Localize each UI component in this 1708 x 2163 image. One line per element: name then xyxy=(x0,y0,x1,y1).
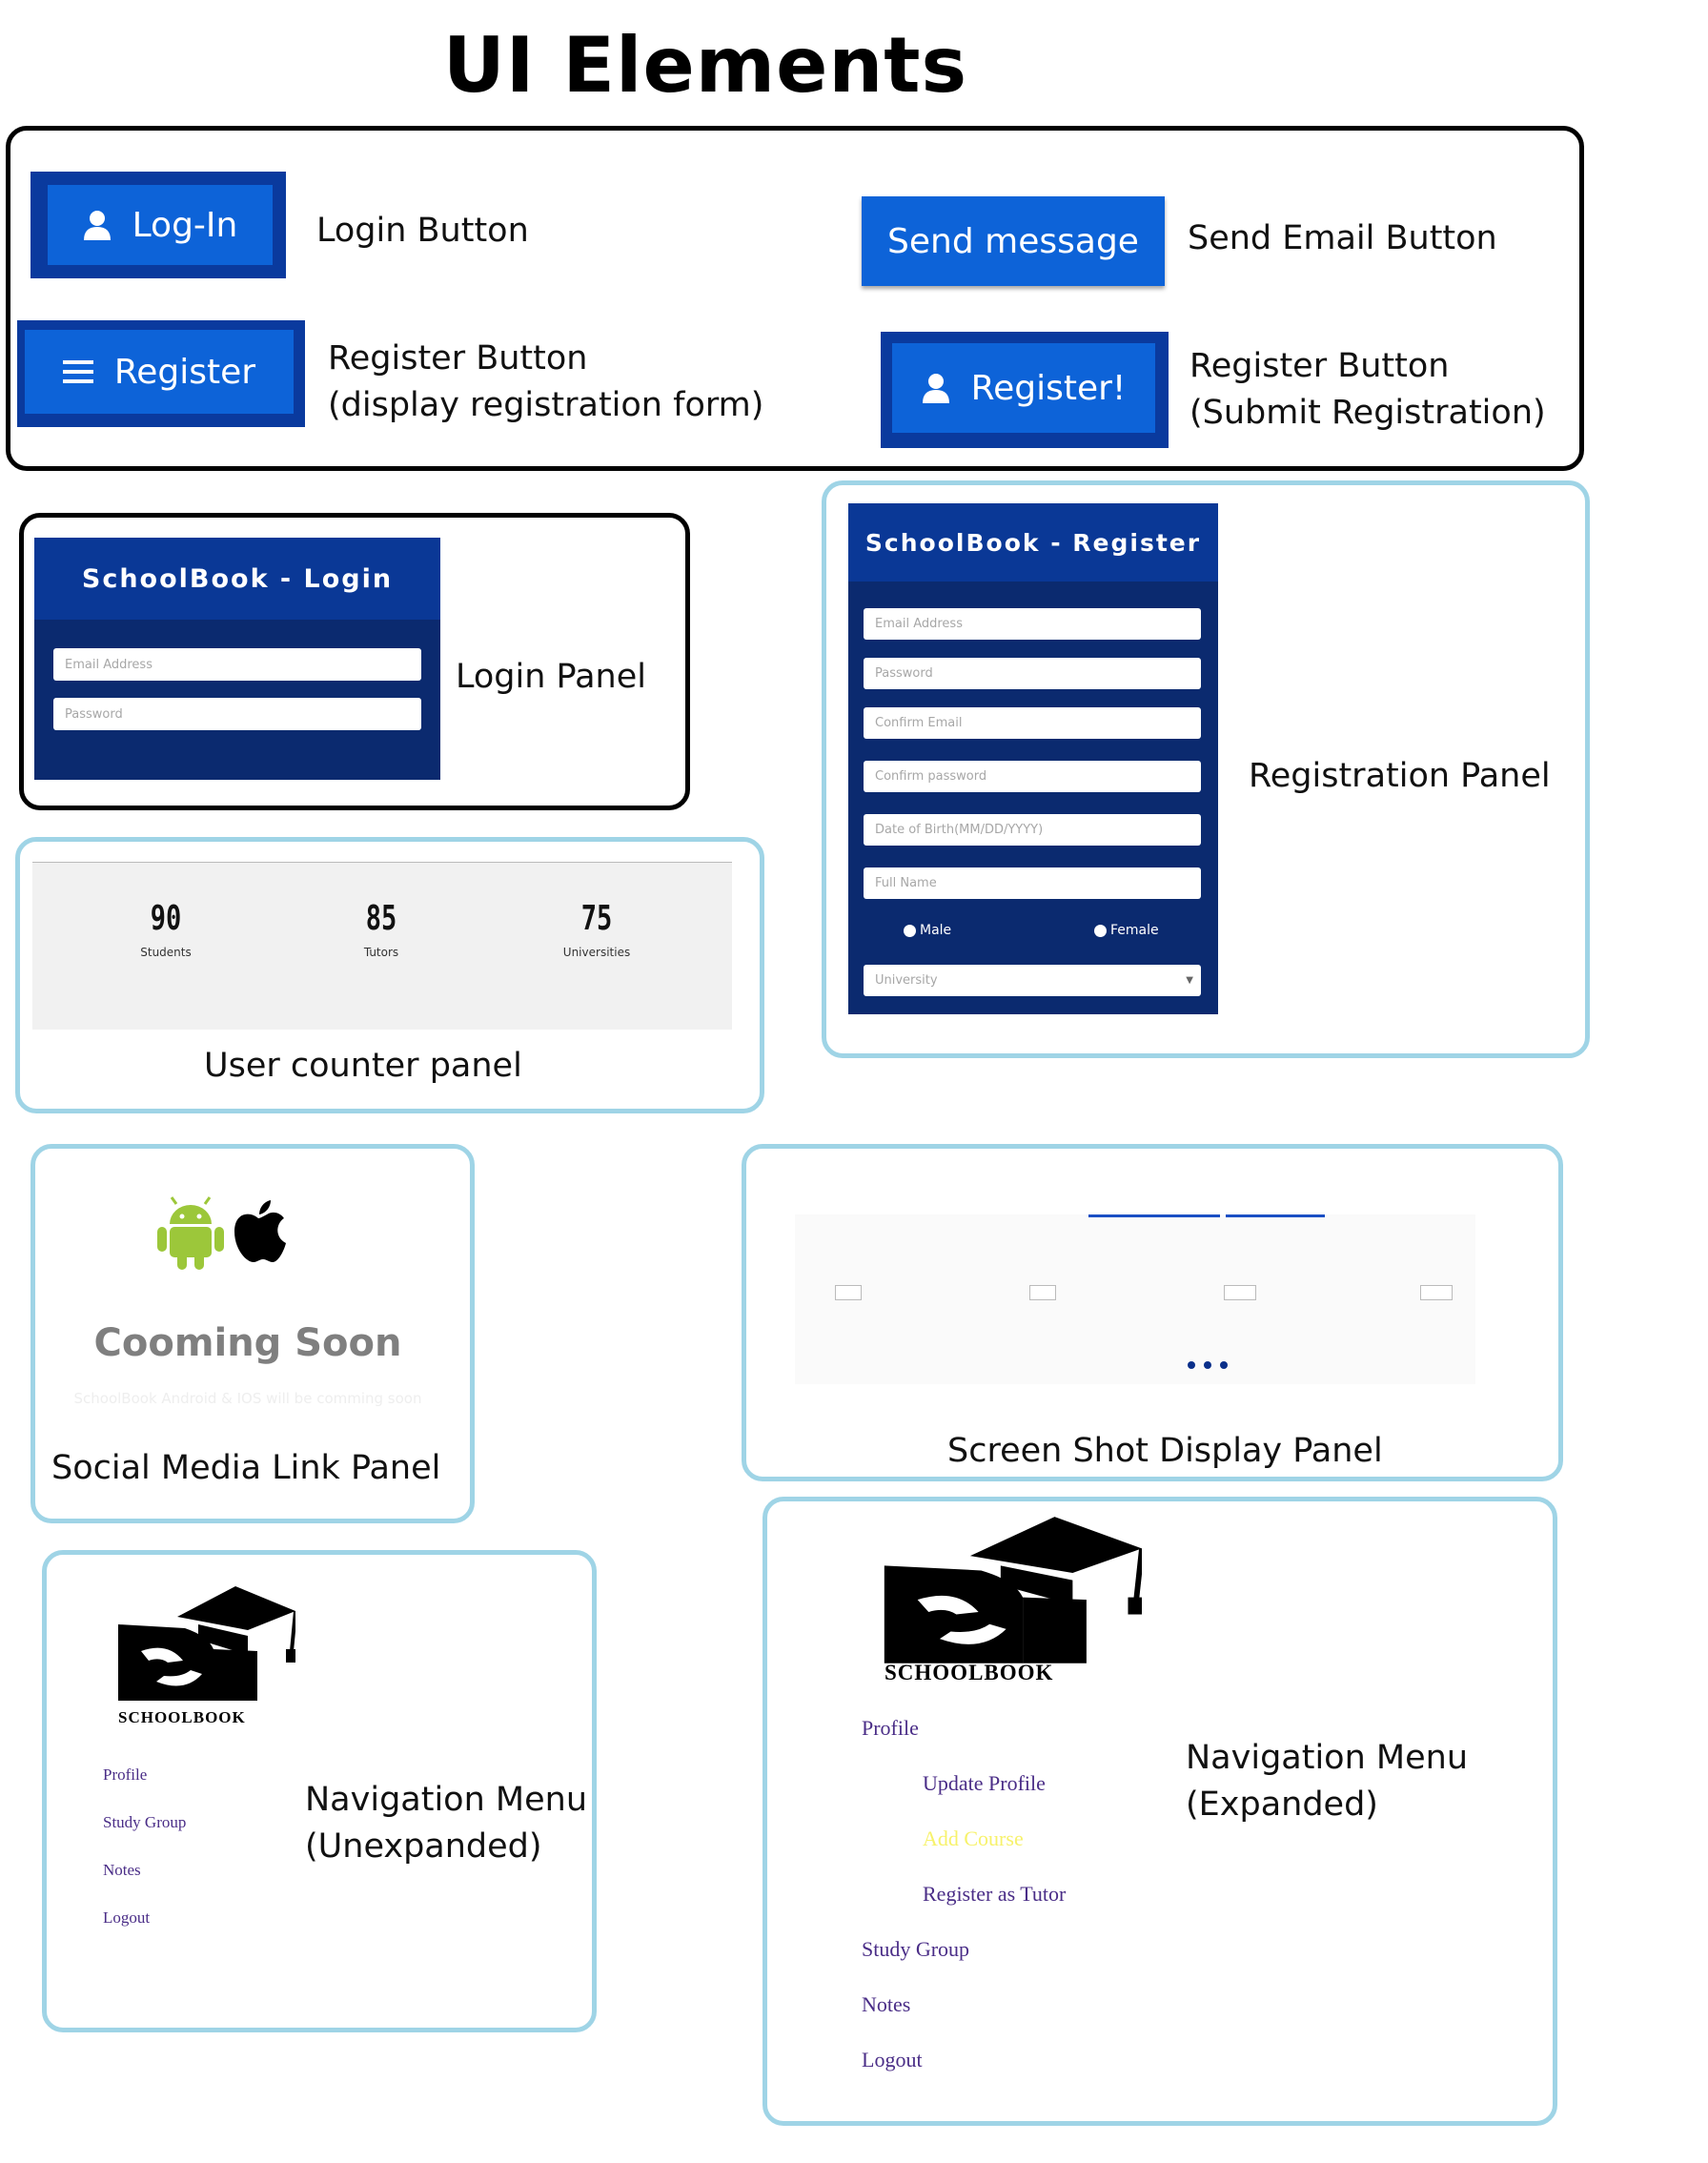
nav-logout[interactable]: Logout xyxy=(103,1908,150,1928)
register-password-field[interactable]: Password xyxy=(864,658,1201,689)
login-panel: SchoolBook - Login Email Address Passwor… xyxy=(34,538,440,780)
nav-expanded-logout[interactable]: Logout xyxy=(862,2048,923,2072)
students-label: Students xyxy=(140,946,192,959)
page-title: UI Elements xyxy=(442,21,968,110)
nav-expanded-notes[interactable]: Notes xyxy=(862,1992,910,2017)
register-submit-caption: Register Button (Submit Registration) xyxy=(1190,343,1546,437)
broken-image-icon xyxy=(1420,1285,1453,1300)
radio-circle-icon xyxy=(1094,924,1107,937)
login-button-label: Log-In xyxy=(132,205,238,245)
register-button[interactable]: Register xyxy=(17,320,305,427)
universities-label: Universities xyxy=(562,946,631,959)
dropdown-arrow-icon: ▼ xyxy=(1186,975,1193,986)
user-icon xyxy=(83,211,111,240)
send-message-button[interactable]: Send message xyxy=(862,196,1165,286)
register-caption-line2: (display registration form) xyxy=(328,386,764,424)
login-panel-caption: Login Panel xyxy=(456,658,646,696)
nav-expanded-caption-line2: (Expanded) xyxy=(1186,1785,1378,1824)
counter-panel: 90 Students 85 Tutors 75 Universities xyxy=(32,862,732,1030)
hamburger-icon xyxy=(62,360,93,383)
university-placeholder: University xyxy=(875,973,938,988)
user-icon xyxy=(922,374,949,403)
register-submit-caption-line1: Register Button xyxy=(1190,347,1450,385)
confirm-password-field[interactable]: Confirm password xyxy=(864,761,1201,792)
broken-image-icon xyxy=(1224,1285,1256,1300)
register-panel-caption: Registration Panel xyxy=(1249,757,1551,795)
carousel-dots[interactable] xyxy=(1188,1361,1228,1369)
counter-students: 90 Students xyxy=(118,899,214,959)
tutors-label: Tutors xyxy=(363,946,399,959)
nav-expanded-caption: Navigation Menu (Expanded) xyxy=(1186,1735,1468,1828)
schoolbook-logo-text: SCHOOLBOOK xyxy=(118,1708,246,1726)
nav-unexpanded-caption-line1: Navigation Menu xyxy=(305,1781,587,1819)
screenshot-panel-caption: Screen Shot Display Panel xyxy=(947,1432,1383,1470)
apple-icon[interactable] xyxy=(231,1199,286,1264)
register-submit-button[interactable]: Register! xyxy=(881,332,1169,448)
carousel-dot[interactable] xyxy=(1188,1361,1195,1369)
radio-circle-icon xyxy=(904,924,916,937)
tutors-count: 85 xyxy=(365,899,397,938)
broken-image-icon xyxy=(835,1285,862,1300)
broken-image-icon xyxy=(1029,1285,1056,1300)
counter-universities: 75 Universities xyxy=(549,899,644,959)
female-label: Female xyxy=(1110,923,1159,938)
register-email-field[interactable]: Email Address xyxy=(864,608,1201,640)
register-panel: SchoolBook - Register Email Address Pass… xyxy=(848,503,1218,1014)
login-button-caption: Login Button xyxy=(316,212,529,250)
nav-unexpanded-caption: Navigation Menu (Unexpanded) xyxy=(305,1777,587,1870)
send-button-caption: Send Email Button xyxy=(1188,219,1497,257)
nav-update-profile[interactable]: Update Profile xyxy=(923,1771,1046,1796)
confirm-email-field[interactable]: Confirm Email xyxy=(864,707,1201,739)
students-count: 90 xyxy=(150,899,182,938)
register-button-caption: Register Button (display registration fo… xyxy=(328,336,763,429)
university-select[interactable]: University ▼ xyxy=(864,965,1201,996)
nav-register-tutor[interactable]: Register as Tutor xyxy=(923,1882,1066,1907)
nav-expanded-caption-line1: Navigation Menu xyxy=(1186,1739,1468,1777)
full-name-field[interactable]: Full Name xyxy=(864,867,1201,899)
carousel-dot[interactable] xyxy=(1204,1361,1211,1369)
email-field[interactable]: Email Address xyxy=(53,648,421,681)
password-field[interactable]: Password xyxy=(53,698,421,730)
register-submit-label: Register! xyxy=(970,368,1127,408)
register-submit-caption-line2: (Submit Registration) xyxy=(1190,394,1546,432)
coming-soon-heading: Cooming Soon xyxy=(93,1321,402,1365)
counter-tutors: 85 Tutors xyxy=(334,899,429,959)
coming-soon-subtext: SchoolBook Android & IOS will be comming… xyxy=(73,1390,422,1407)
carousel-dot[interactable] xyxy=(1220,1361,1228,1369)
nav-expanded-study-group[interactable]: Study Group xyxy=(862,1937,969,1962)
nav-expanded-profile[interactable]: Profile xyxy=(862,1716,919,1741)
carousel-indicator[interactable] xyxy=(1226,1214,1325,1217)
login-button[interactable]: Log-In xyxy=(30,172,286,278)
screenshot-carousel xyxy=(795,1214,1475,1384)
nav-study-group[interactable]: Study Group xyxy=(103,1813,186,1832)
register-caption-line1: Register Button xyxy=(328,339,588,378)
social-panel-caption: Social Media Link Panel xyxy=(51,1449,441,1487)
schoolbook-logo: SCHOOLBOOK xyxy=(879,1512,1145,1684)
android-icon[interactable] xyxy=(152,1195,229,1270)
register-button-label: Register xyxy=(113,352,256,392)
nav-unexpanded-caption-line2: (Unexpanded) xyxy=(305,1827,542,1866)
register-panel-header: SchoolBook - Register xyxy=(848,503,1218,582)
male-label: Male xyxy=(920,923,952,938)
counter-panel-caption: User counter panel xyxy=(204,1047,522,1085)
carousel-indicator-active[interactable] xyxy=(1088,1214,1220,1217)
nav-notes[interactable]: Notes xyxy=(103,1861,141,1880)
schoolbook-logo: SCHOOLBOOK xyxy=(114,1582,297,1735)
gender-female-radio[interactable]: Female xyxy=(1094,923,1159,938)
gender-male-radio[interactable]: Male xyxy=(904,923,951,938)
nav-profile[interactable]: Profile xyxy=(103,1765,147,1785)
login-panel-header: SchoolBook - Login xyxy=(34,538,440,620)
schoolbook-logo-text: SCHOOLBOOK xyxy=(884,1661,1054,1684)
dob-field[interactable]: Date of Birth(MM/DD/YYYY) xyxy=(864,814,1201,846)
universities-count: 75 xyxy=(580,899,613,938)
nav-add-course[interactable]: Add Course xyxy=(923,1826,1024,1851)
